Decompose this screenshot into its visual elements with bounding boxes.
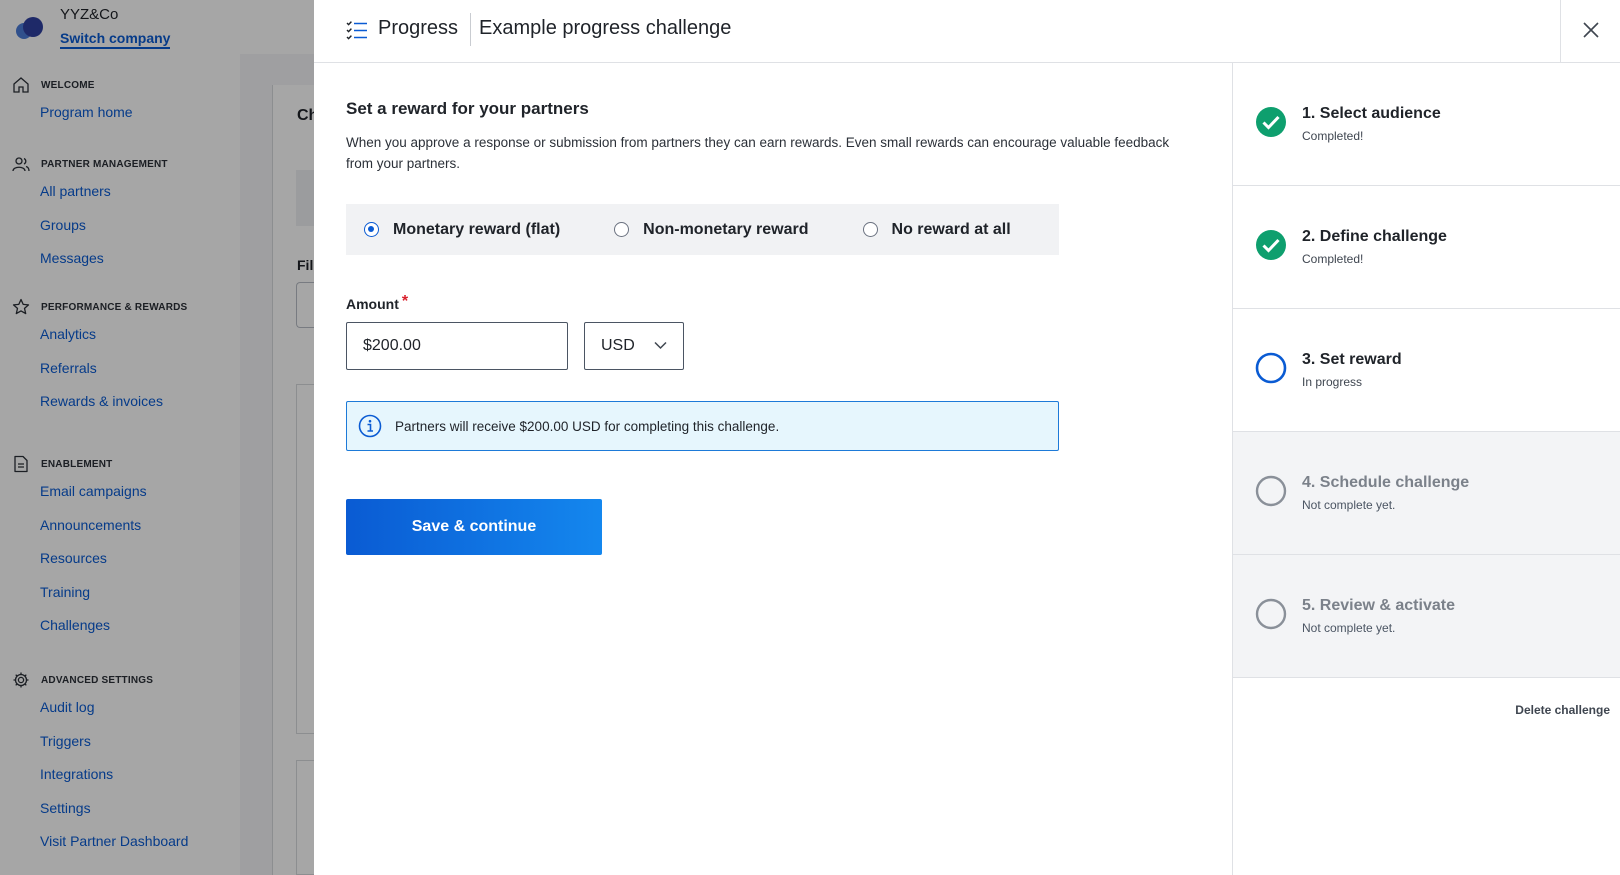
step-title: 2. Define challenge <box>1302 228 1447 245</box>
required-marker: * <box>401 293 409 310</box>
empty-circle-icon <box>1255 475 1287 507</box>
step-title: 5. Review & activate <box>1302 597 1455 614</box>
reward-form: Set a reward for your partners When you … <box>314 63 1234 875</box>
modal-header: Progress Example progress challenge <box>314 0 1620 63</box>
modal-backdrop[interactable] <box>0 0 314 875</box>
step-status: Completed! <box>1302 129 1364 143</box>
radio-label: Monetary reward (flat) <box>393 220 561 238</box>
step-set-reward[interactable]: 3. Set reward In progress <box>1233 309 1620 432</box>
delete-challenge-link[interactable]: Delete challenge <box>1515 703 1610 717</box>
form-heading: Set a reward for your partners <box>346 99 589 118</box>
info-message: Partners will receive $200.00 USD for co… <box>395 418 780 434</box>
info-icon <box>358 414 382 438</box>
currency-value: USD <box>601 337 635 354</box>
radio-button[interactable] <box>862 222 878 237</box>
step-select-audience[interactable]: 1. Select audience Completed! <box>1233 63 1620 186</box>
progress-label: Progress <box>378 17 459 39</box>
save-continue-button[interactable]: Save & continue <box>346 499 602 555</box>
check-circle-icon <box>1256 230 1286 260</box>
step-title: 4. Schedule challenge <box>1302 474 1470 491</box>
reward-type-radio-group: Monetary reward (flat) Non-monetary rewa… <box>346 204 1059 255</box>
radio-non-monetary-reward[interactable]: Non-monetary reward <box>614 220 809 239</box>
amount-label: Amount * <box>346 293 409 314</box>
radio-no-reward[interactable]: No reward at all <box>862 220 1011 239</box>
chevron-down-icon <box>654 341 667 350</box>
currency-select[interactable]: USD <box>584 322 684 370</box>
step-review-activate[interactable]: 5. Review & activate Not complete yet. <box>1233 555 1620 678</box>
empty-circle-icon <box>1255 598 1287 630</box>
radio-label: No reward at all <box>891 220 1011 238</box>
info-banner: Partners will receive $200.00 USD for co… <box>346 401 1059 451</box>
progress-steps: 1. Select audience Completed! 2. Define … <box>1232 63 1620 875</box>
radio-button-selected[interactable] <box>364 222 379 237</box>
step-status: In progress <box>1302 375 1363 389</box>
amount-label-text: Amount <box>346 296 399 312</box>
step-schedule-challenge[interactable]: 4. Schedule challenge Not complete yet. <box>1233 432 1620 555</box>
step-define-challenge[interactable]: 2. Define challenge Completed! <box>1233 186 1620 309</box>
form-description: When you approve a response or submissio… <box>346 135 1170 171</box>
modal-title: Example progress challenge <box>479 17 732 39</box>
header-divider <box>470 13 471 46</box>
step-status: Not complete yet. <box>1302 621 1396 635</box>
check-circle-icon <box>1256 107 1286 137</box>
radio-label: Non-monetary reward <box>643 220 809 238</box>
step-title: 3. Set reward <box>1302 351 1402 368</box>
radio-monetary-reward[interactable]: Monetary reward (flat) <box>364 221 560 239</box>
step-title: 1. Select audience <box>1302 105 1441 122</box>
step-status: Not complete yet. <box>1302 498 1396 512</box>
in-progress-circle-icon <box>1255 352 1287 384</box>
checklist-icon <box>346 21 367 40</box>
radio-button[interactable] <box>614 222 630 237</box>
progress-modal: Progress Example progress challenge Set … <box>314 0 1620 875</box>
step-status: Completed! <box>1302 252 1364 266</box>
amount-input[interactable] <box>346 322 568 370</box>
close-icon <box>1583 22 1599 38</box>
close-button[interactable] <box>1560 0 1620 62</box>
